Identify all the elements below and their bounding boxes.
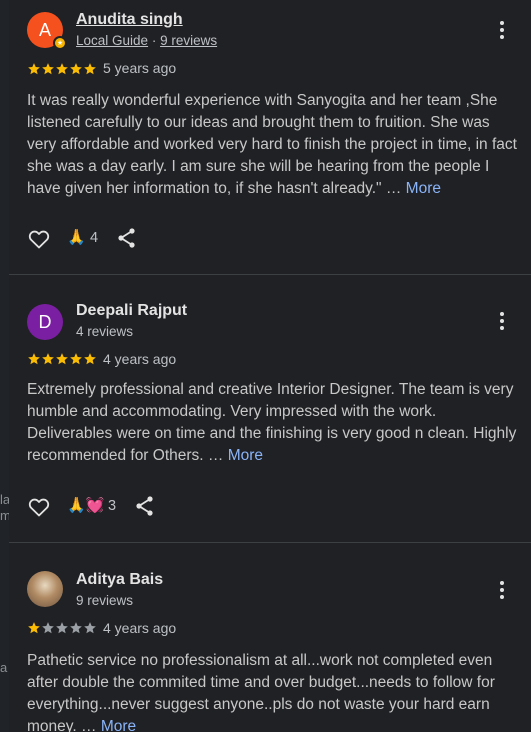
divider [9, 274, 531, 275]
review-actions: 🙏💓 3 [27, 495, 167, 519]
review-count[interactable]: 9 reviews [76, 593, 133, 608]
review-text: Extremely professional and creative Inte… [27, 381, 517, 464]
star-filled-icon [28, 63, 40, 75]
reviewer-name[interactable]: Aditya Bais [76, 571, 163, 589]
like-heart-icon[interactable] [27, 495, 51, 519]
review-time: 4 years ago [103, 620, 177, 636]
more-options-icon[interactable] [497, 312, 507, 330]
reaction-count: 4 [90, 230, 99, 246]
review-actions: 🙏 4 [27, 227, 157, 251]
star-filled-icon [56, 63, 68, 75]
share-icon[interactable] [135, 495, 155, 517]
review-time: 5 years ago [103, 60, 177, 76]
background-fragment: a [0, 660, 8, 675]
review-time: 4 years ago [103, 351, 177, 367]
reviewer-name[interactable]: Deepali Rajput [76, 302, 187, 320]
review-count-link[interactable]: 9 reviews [160, 33, 217, 48]
background-fragment: la [0, 492, 9, 507]
star-filled-icon [28, 353, 40, 365]
divider [9, 542, 531, 543]
background-fragment: m [0, 508, 9, 523]
more-link[interactable]: More [101, 718, 136, 732]
star-filled-icon [42, 63, 54, 75]
avatar-photo[interactable] [27, 571, 63, 607]
star-rating [27, 62, 97, 76]
review-count[interactable]: 4 reviews [76, 324, 133, 339]
avatar[interactable]: D [27, 304, 63, 340]
reaction-emoji: 🙏 [67, 229, 86, 246]
review-text: Pathetic service no professionalism at a… [27, 650, 521, 732]
more-link[interactable]: More [228, 447, 263, 464]
like-heart-icon[interactable] [27, 227, 51, 251]
star-empty-icon [70, 622, 82, 634]
star-filled-icon [70, 353, 82, 365]
more-link[interactable]: More [406, 180, 441, 197]
local-guide-badge-icon: ★ [53, 36, 67, 50]
reaction-emoji: 🙏💓 [67, 497, 105, 514]
star-filled-icon [84, 353, 96, 365]
star-empty-icon [84, 622, 96, 634]
star-filled-icon [56, 353, 68, 365]
local-guide-link[interactable]: Local Guide [76, 33, 148, 48]
share-icon[interactable] [117, 227, 137, 249]
avatar[interactable]: A ★ [27, 12, 67, 50]
more-options-icon[interactable] [497, 21, 507, 39]
star-rating [27, 352, 97, 366]
star-filled-icon [70, 63, 82, 75]
star-empty-icon [56, 622, 68, 634]
star-filled-icon [42, 353, 54, 365]
star-rating [27, 621, 97, 635]
reviewer-meta: Local Guide · 9 reviews [76, 33, 218, 48]
background-map-strip: la m a [0, 0, 9, 732]
star-filled-icon [84, 63, 96, 75]
reviews-panel: A ★ Anudita singh Local Guide · 9 review… [9, 0, 531, 732]
star-empty-icon [42, 622, 54, 634]
reviewer-name[interactable]: Anudita singh [76, 11, 183, 29]
review-text: It was really wonderful experience with … [27, 92, 517, 197]
more-options-icon[interactable] [497, 581, 507, 599]
star-filled-icon [28, 622, 40, 634]
reaction-count: 3 [108, 498, 117, 514]
